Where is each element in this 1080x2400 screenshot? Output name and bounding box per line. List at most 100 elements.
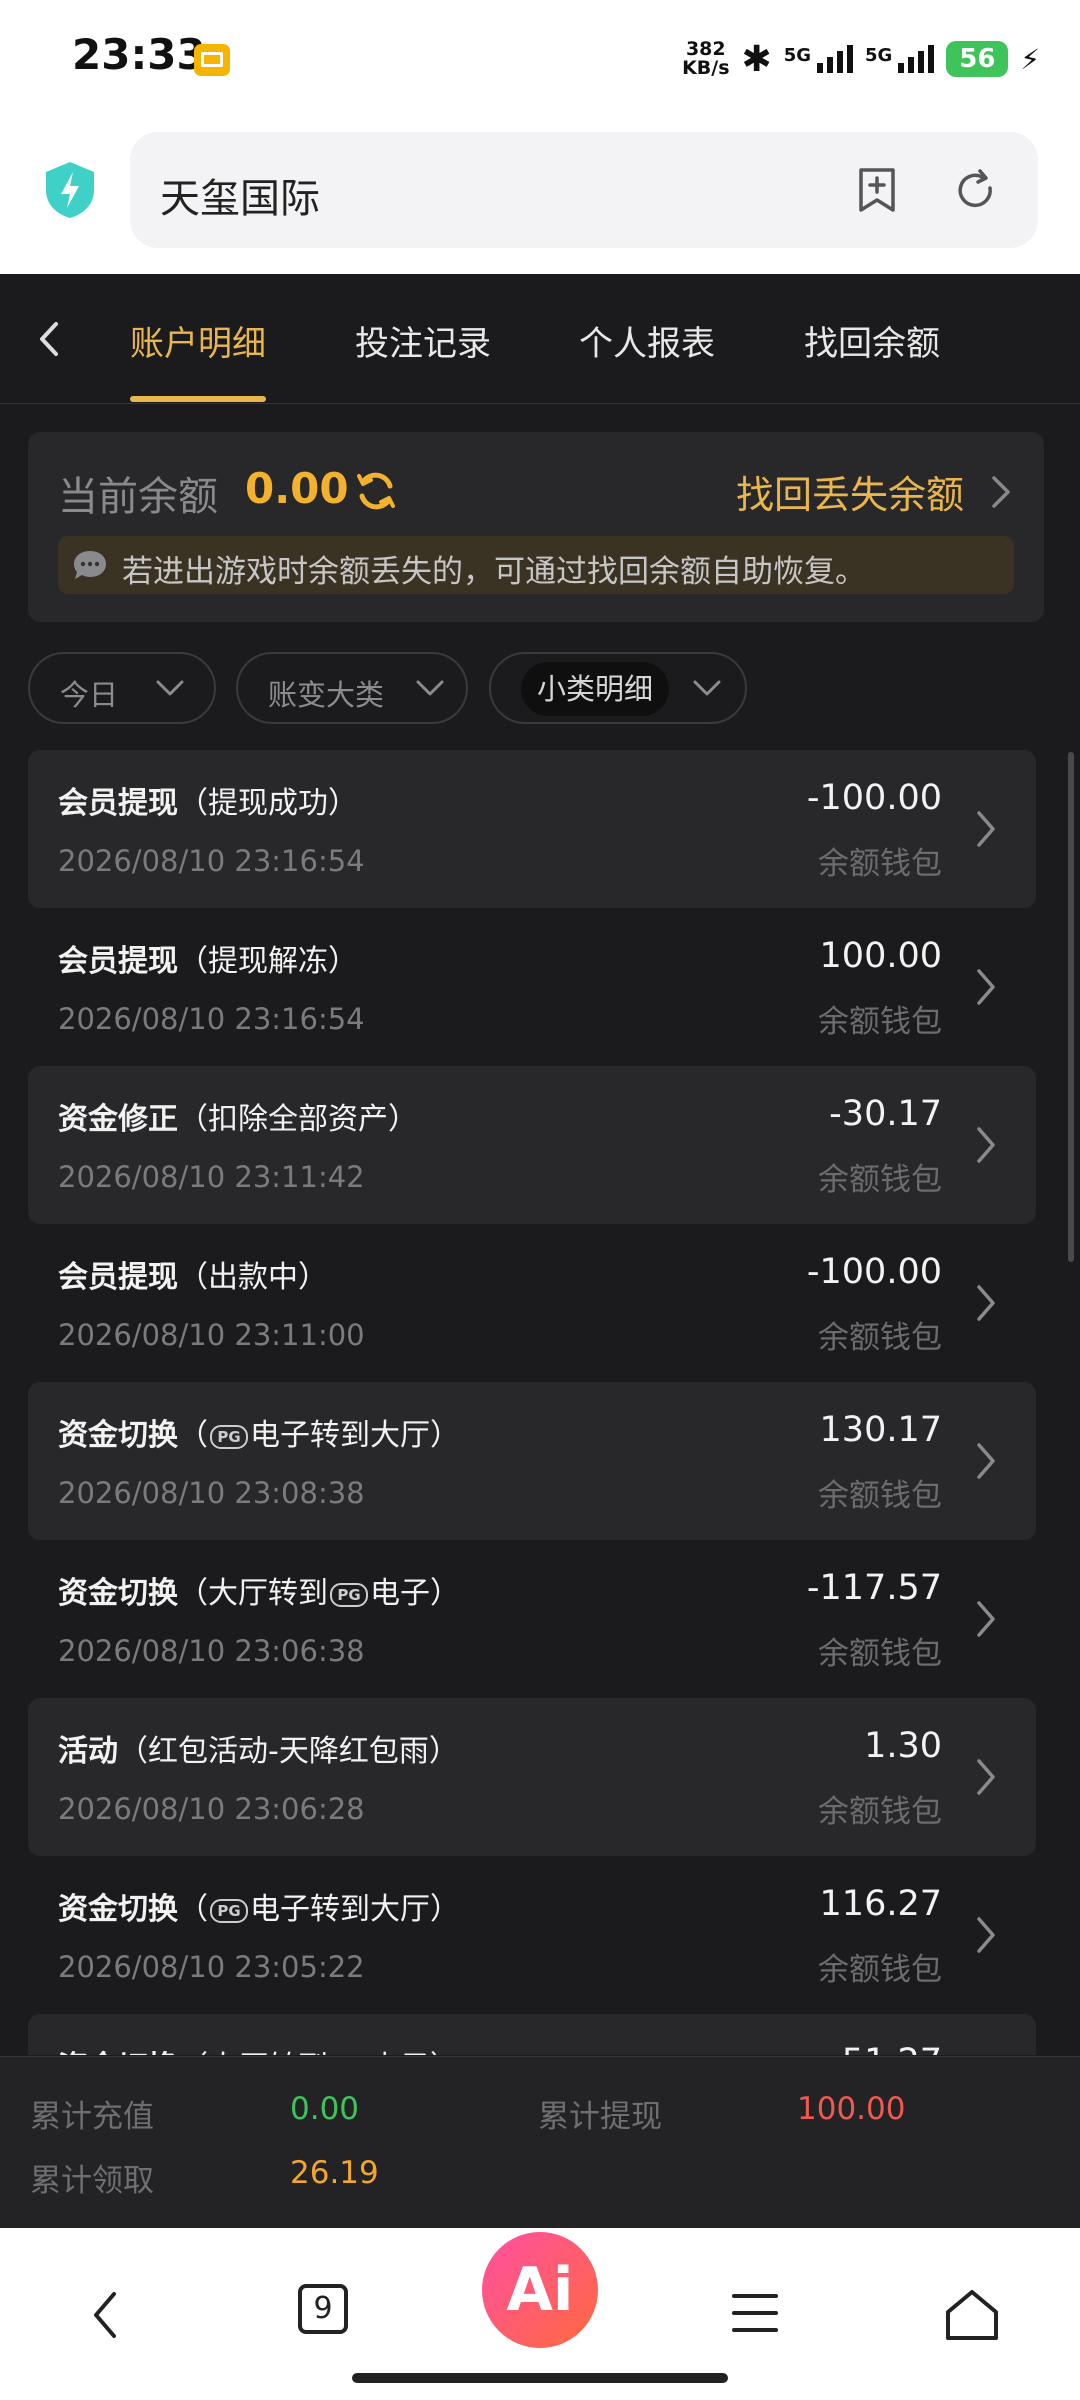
chevron-right-icon [977,1917,995,1953]
chat-bubble-icon [74,551,106,579]
transaction-time: 2026/08/10 23:11:00 [58,1318,365,1352]
total-claimed-label: 累计领取 [30,2163,154,2199]
transaction-amount: -51.27 [829,2042,942,2055]
back-arrow-icon[interactable] [30,314,70,364]
total-claimed-value: 26.19 [290,2155,379,2191]
transaction-row[interactable]: 资金切换（ PG 电子转到大厅） 2026/08/10 23:08:38 130.17 余… [28,1382,1036,1540]
address-bar[interactable]: 天玺国际 [130,132,1038,248]
transaction-row[interactable]: 会员提现（提现解冻） 2026/08/10 23:16:54 100.00 余额钱包 [28,908,1036,1066]
chevron-right-icon [977,969,995,1005]
transaction-row[interactable]: 会员提现（出款中） 2026/08/10 23:11:00 -100.00 余额钱包 [28,1224,1036,1382]
transaction-wallet: 余额钱包 [818,1162,942,1198]
status-indicators: 382 KB/s ✱ 5G 5G 56 ⚡ [682,34,1040,84]
chevron-right-icon[interactable] [988,472,1014,512]
chevron-right-icon [977,1127,995,1163]
transaction-wallet: 余额钱包 [818,1478,942,1514]
tab-bet-records[interactable]: 投注记录 [355,316,491,365]
scrollbar[interactable] [1068,752,1074,1262]
transaction-amount: 100.00 [819,936,942,976]
notice-banner: 若进出游戏时余额丢失的，可通过找回余额自助恢复。 [58,536,1014,594]
transaction-title: 资金切换（ PG 电子转到大厅） [58,1418,460,1453]
pg-logo-icon: PG [210,1424,248,1449]
transaction-time: 2026/08/10 23:05:22 [58,1950,365,1984]
total-withdraw-label: 累计提现 [538,2099,662,2135]
battery-icon: 56 [946,41,1009,77]
transaction-row[interactable]: 资金修正（扣除全部资产） 2026/08/10 23:11:42 -30.17 余额钱… [28,1066,1036,1224]
transaction-row[interactable]: 资金切换（ PG 电子转到大厅） 2026/08/10 23:05:22 116.27 余… [28,1856,1036,2014]
transaction-time: 2026/08/10 23:16:54 [58,1002,365,1036]
filter-date-dropdown[interactable]: 今日 [28,652,216,724]
transaction-list: 会员提现（提现成功） 2026/08/10 23:16:54 -100.00 余额钱包… [0,750,1080,2055]
ai-assistant-button[interactable]: Ai [482,2232,598,2348]
chevron-down-icon [693,680,721,696]
chevron-right-icon [977,1285,995,1321]
transaction-wallet: 余额钱包 [818,846,942,882]
filter-category-dropdown[interactable]: 账变大类 [236,652,468,724]
transaction-amount: -30.17 [829,1094,942,1134]
add-bookmark-icon[interactable] [855,166,899,214]
transaction-wallet: 余额钱包 [818,1636,942,1672]
summary-panel: 累计充值 0.00 累计提现 100.00 累计领取 26.19 [0,2056,1080,2228]
filter-category-label: 账变大类 [268,678,385,712]
transaction-time: 2026/08/10 23:06:28 [58,1792,365,1826]
balance-value: 0.00 [245,464,349,513]
tab-personal-report[interactable]: 个人报表 [579,316,715,365]
reload-icon[interactable] [952,166,1000,214]
transaction-row[interactable]: 活动（红包活动-天降红包雨） 2026/08/10 23:06:28 1.30 余额钱… [28,1698,1036,1856]
transaction-amount: 116.27 [819,1884,942,1924]
transaction-row[interactable]: 资金切换（大厅转到PG电子） -51.27 [28,2014,1036,2055]
transaction-title: 活动（红包活动-天降红包雨） [58,1734,459,1769]
chevron-right-icon [977,1443,995,1479]
balance-card: 当前余额 0.00 找回丢失余额 若进出游戏时余额丢失的，可通过找回余额自助恢复… [28,432,1044,622]
signal-5g-icon: 5G [865,45,935,73]
transaction-time: 2026/08/10 23:08:38 [58,1476,365,1510]
active-tab-indicator [130,396,266,402]
transaction-title: 会员提现（出款中） [58,1260,328,1295]
tab-account-details[interactable]: 账户明细 [130,316,266,365]
filter-date-label: 今日 [60,678,119,712]
home-icon[interactable] [944,2288,1000,2342]
transaction-amount: 130.17 [819,1410,942,1450]
chevron-right-icon [977,1601,995,1637]
transaction-row[interactable]: 资金切换（大厅转到 PG 电子） 2026/08/10 23:06:38 -117.57… [28,1540,1036,1698]
tab-bar: 账户明细 投注记录 个人报表 找回余额 [0,274,1080,404]
status-time: 23:33 [72,30,206,79]
filter-subcategory-dropdown[interactable]: 小类明细 [489,652,747,724]
transaction-wallet: 余额钱包 [818,1004,942,1040]
recover-lost-balance-link[interactable]: 找回丢失余额 [736,464,964,519]
menu-icon[interactable] [730,2288,780,2338]
transaction-amount: -100.00 [806,778,942,818]
total-withdraw-value: 100.00 [797,2091,906,2127]
tab-recover-balance[interactable]: 找回余额 [804,316,940,365]
security-shield-icon[interactable] [44,160,96,220]
back-icon[interactable] [86,2288,126,2342]
transaction-title: 会员提现（提现解冻） [58,944,358,979]
charging-icon: ⚡ [1020,42,1040,76]
chevron-right-icon [977,1759,995,1795]
transaction-wallet: 余额钱包 [818,1794,942,1830]
filter-subcategory-label: 小类明细 [521,662,670,716]
pg-logo-icon: PG [210,1898,248,1923]
transaction-title: 资金切换（大厅转到PG电子） [58,1576,460,1611]
notice-text: 若进出游戏时余额丢失的，可通过找回余额自助恢复。 [122,554,866,590]
transaction-wallet: 余额钱包 [818,1320,942,1356]
home-indicator [352,2373,728,2383]
transaction-wallet: 余额钱包 [818,1952,942,1988]
total-deposit-label: 累计充值 [30,2099,154,2135]
transaction-amount: 1.30 [864,1726,942,1766]
tabs-count-button[interactable]: 9 [298,2284,348,2334]
transaction-title: 会员提现（提现成功） [58,786,358,821]
transaction-amount: -100.00 [806,1252,942,1292]
transaction-amount: -117.57 [806,1568,942,1608]
refresh-balance-icon[interactable] [353,468,399,514]
browser-bottom-nav: 9 Ai [0,2228,1080,2400]
transaction-row[interactable]: 会员提现（提现成功） 2026/08/10 23:16:54 -100.00 余额钱包 [28,750,1036,908]
chevron-down-icon [416,680,444,696]
transaction-title: 资金切换（大厅转到PG电子） [58,2042,460,2055]
transaction-title: 资金修正（扣除全部资产） [58,1102,418,1137]
transaction-time: 2026/08/10 23:16:54 [58,844,365,878]
network-speed: 382 KB/s [682,38,730,79]
transaction-time: 2026/08/10 23:06:38 [58,1634,365,1668]
transaction-title: 资金切换（ PG 电子转到大厅） [58,1892,460,1927]
chevron-right-icon [977,811,995,847]
